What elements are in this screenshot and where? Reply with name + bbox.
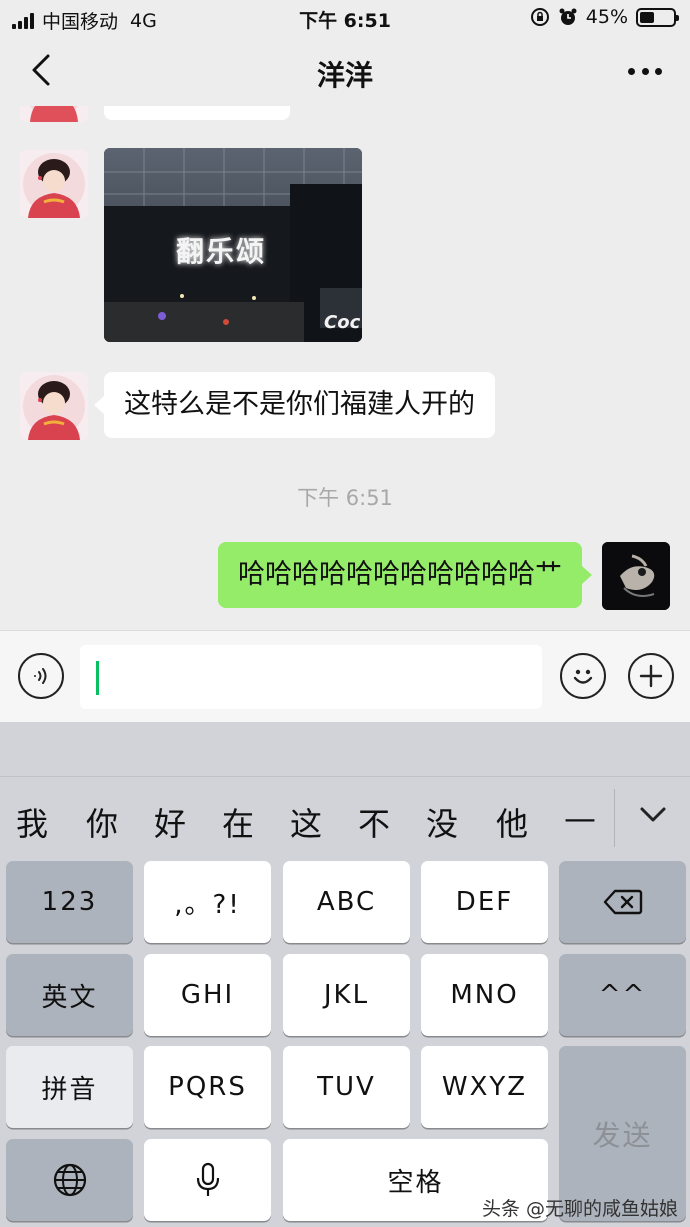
- avatar-illustration: [20, 372, 88, 440]
- candidate-word[interactable]: 没: [426, 799, 458, 845]
- key-mno[interactable]: MNO: [421, 954, 548, 1036]
- key-jkl[interactable]: JKL: [283, 954, 410, 1036]
- candidate-word[interactable]: 在: [222, 799, 254, 845]
- alarm-icon: [559, 8, 577, 25]
- voice-wave-icon: [34, 668, 47, 684]
- candidate-word[interactable]: 你: [86, 799, 118, 845]
- nav-bar: 洋洋: [0, 36, 690, 106]
- chevron-down-icon: [640, 807, 666, 822]
- plus-icon: [639, 664, 663, 688]
- key-punctuation[interactable]: ,。?!: [144, 861, 271, 943]
- status-right: 45%: [530, 6, 679, 28]
- candidate-word[interactable]: 他: [496, 799, 528, 845]
- my-avatar[interactable]: [602, 542, 670, 610]
- expand-candidates-button[interactable]: [630, 791, 676, 837]
- candidate-word[interactable]: —: [564, 799, 596, 837]
- message-bubble-left[interactable]: 这特么是不是你们福建人开的: [94, 372, 495, 438]
- more-dot-icon: [628, 67, 635, 75]
- contact-avatar[interactable]: [20, 372, 88, 440]
- smiley-icon: [573, 669, 593, 684]
- plus-button[interactable]: [628, 653, 674, 699]
- key-emoticon[interactable]: ^^: [559, 954, 686, 1036]
- keyboard: 我 你 好 在 这 不 没 他 — 123 ,。?! ABC DEF 英文 GH…: [0, 722, 690, 1227]
- image-sign-text: 翻乐颂: [176, 235, 267, 268]
- key-globe[interactable]: [6, 1139, 133, 1221]
- key-tuv[interactable]: TUV: [283, 1046, 410, 1128]
- image-message[interactable]: 翻乐颂 Coc: [104, 148, 362, 342]
- key-abc[interactable]: ABC: [283, 861, 410, 943]
- input-bar: [0, 630, 690, 722]
- more-button[interactable]: [622, 56, 668, 86]
- more-dot-icon: [641, 67, 649, 75]
- candidate-bar: 我 你 好 在 这 不 没 他 —: [0, 776, 690, 860]
- image-shop-text: Coc: [324, 312, 361, 333]
- message-input[interactable]: [80, 645, 542, 709]
- candidate-word[interactable]: 我: [16, 799, 48, 845]
- globe-icon: [53, 1163, 86, 1197]
- previous-message-bubble[interactable]: [104, 106, 290, 120]
- message-bubble-right[interactable]: 哈哈哈哈哈哈哈哈哈哈哈艹: [218, 542, 592, 608]
- candidate-word[interactable]: 这: [290, 799, 322, 845]
- avatar-illustration: [602, 542, 670, 610]
- voice-button[interactable]: [18, 653, 64, 699]
- battery-percent: 45%: [585, 6, 628, 28]
- battery-fill: [640, 11, 655, 23]
- key-backspace[interactable]: [559, 861, 686, 943]
- avatar-illustration: [20, 106, 88, 122]
- message-timestamp: 下午 6:51: [297, 486, 393, 510]
- backspace-icon: [603, 889, 642, 915]
- candidate-divider: [614, 789, 615, 847]
- watermark-text: 头条 @无聊的咸鱼姑娘: [481, 1198, 678, 1220]
- chat-title: 洋洋: [316, 59, 373, 92]
- key-pinyin[interactable]: 拼音: [6, 1046, 133, 1128]
- avatar-illustration: [20, 150, 88, 218]
- key-ghi[interactable]: GHI: [144, 954, 271, 1036]
- rotation-lock-icon: [530, 8, 549, 26]
- key-def[interactable]: DEF: [421, 861, 548, 943]
- candidate-word[interactable]: 好: [154, 799, 186, 845]
- text-caret: [96, 661, 99, 695]
- contact-avatar[interactable]: [20, 150, 88, 218]
- battery-icon: [636, 7, 679, 27]
- more-dot-icon: [655, 67, 662, 75]
- status-bar: 中国移动 4G 下午 6:51 45%: [0, 0, 690, 36]
- key-123[interactable]: 123: [6, 861, 133, 943]
- key-microphone[interactable]: [144, 1139, 271, 1221]
- key-english[interactable]: 英文: [6, 954, 133, 1036]
- chevron-left-icon: [32, 54, 50, 86]
- emoji-button[interactable]: [560, 653, 606, 699]
- key-wxyz[interactable]: WXYZ: [421, 1046, 548, 1128]
- contact-avatar[interactable]: [20, 106, 88, 122]
- key-pqrs[interactable]: PQRS: [144, 1046, 271, 1128]
- microphone-icon: [196, 1162, 219, 1196]
- back-button[interactable]: [22, 50, 62, 90]
- chat-area[interactable]: 翻乐颂 Coc 这特么是不是你们福建人开的 下午 6:51 哈哈哈哈哈哈哈哈哈哈…: [0, 106, 690, 630]
- candidate-word[interactable]: 不: [358, 799, 390, 845]
